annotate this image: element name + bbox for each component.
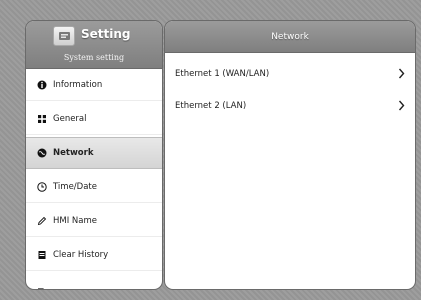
sidebar-title: Setting [81, 27, 131, 41]
ethernet-1-row[interactable]: Ethernet 1 (WAN/LAN) [165, 58, 415, 90]
sidebar-item-partial[interactable] [26, 273, 162, 289]
sidebar-item-clear-history[interactable]: Clear History [26, 239, 162, 271]
trash-icon [36, 249, 48, 261]
sidebar-item-general[interactable]: General [26, 103, 162, 135]
globe-icon [36, 147, 48, 159]
grid-icon [36, 113, 48, 125]
sidebar-item-hmi-name[interactable]: HMI Name [26, 205, 162, 237]
info-icon [36, 79, 48, 91]
sidebar-item-network[interactable]: Network [26, 137, 162, 169]
sidebar-subtitle: System setting [63, 53, 125, 62]
network-panel: Network Ethernet 1 (WAN/LAN) Ethernet 2 … [164, 20, 416, 290]
sidebar-item-label: Network [53, 148, 94, 158]
chevron-right-icon [398, 100, 405, 111]
sidebar-item-label: General [53, 113, 87, 124]
sidebar-item-label: Time/Date [53, 181, 97, 192]
device-frame: Setting System setting Information Gener… [0, 0, 421, 300]
settings-app-icon [53, 26, 75, 46]
sidebar-item-information[interactable]: Information [26, 69, 162, 101]
clock-icon [36, 181, 48, 193]
panel-title: Network [165, 21, 415, 53]
sidebar-item-label: HMI Name [53, 215, 98, 226]
sidebar-item-time-date[interactable]: Time/Date [26, 171, 162, 203]
partial-icon [36, 283, 48, 289]
ethernet-2-row[interactable]: Ethernet 2 (LAN) [165, 90, 415, 122]
settings-sidebar: Setting System setting Information Gener… [25, 20, 163, 290]
sidebar-item-label: Clear History [53, 249, 109, 260]
chevron-right-icon [398, 68, 405, 79]
sidebar-header: Setting System setting [26, 21, 162, 69]
row-label: Ethernet 2 (LAN) [175, 101, 247, 111]
pen-icon [36, 215, 48, 227]
row-label: Ethernet 1 (WAN/LAN) [175, 69, 270, 79]
sidebar-item-label: Information [53, 79, 103, 90]
